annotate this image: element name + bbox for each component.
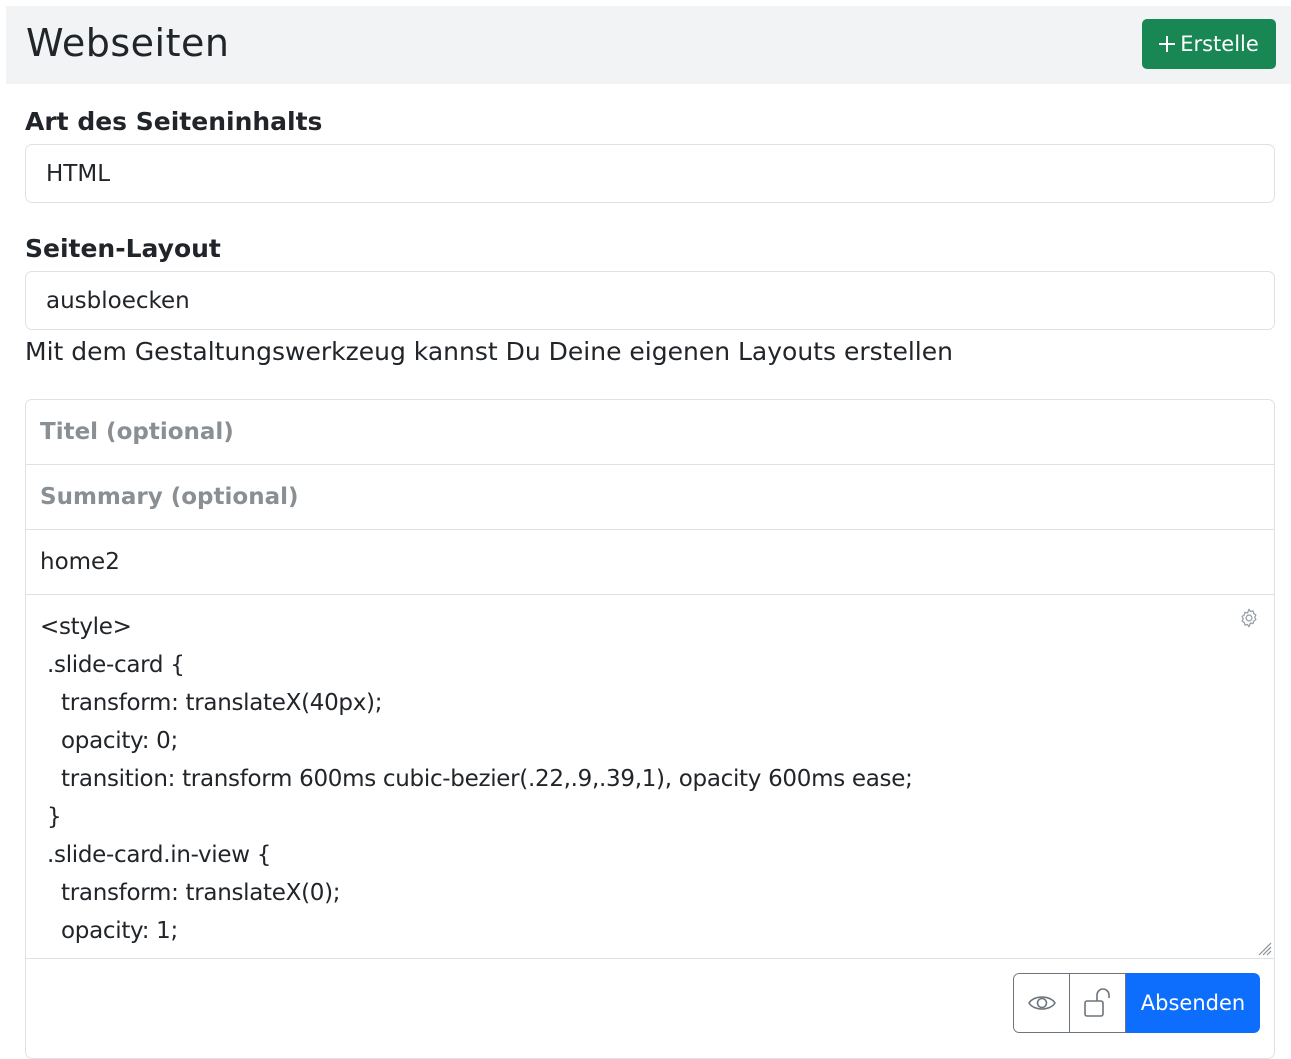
create-button-label: Erstelle [1180, 32, 1259, 56]
layout-label: Seiten-Layout [25, 234, 221, 263]
lock-toggle-button[interactable] [1069, 973, 1126, 1033]
layout-select[interactable]: ausbloecken [25, 271, 1275, 330]
title-input[interactable]: Titel (optional) [26, 400, 1274, 465]
eye-icon [1027, 996, 1056, 1010]
content-type-label: Art des Seiteninhalts [25, 107, 323, 136]
gear-icon[interactable] [1238, 607, 1260, 629]
layout-help-text: Mit dem Gestaltungswerkzeug kannst Du De… [25, 337, 953, 366]
editor-line: .slide-card { [40, 652, 185, 678]
slug-input[interactable]: home2 [26, 530, 1274, 595]
plus-icon [1159, 36, 1176, 52]
unlock-icon [1083, 988, 1110, 1017]
create-button[interactable]: Erstelle [1142, 19, 1276, 69]
summary-placeholder: Summary (optional) [40, 484, 299, 510]
layout-value: ausbloecken [46, 287, 190, 314]
editor-line: transform: translateX(0); [40, 880, 341, 906]
summary-input[interactable]: Summary (optional) [26, 465, 1274, 530]
editor-line: <style> [40, 614, 132, 640]
editor-line: .slide-card.in-view { [40, 842, 272, 868]
editor-line: opacity: 0; [40, 728, 178, 754]
submit-button[interactable]: Absenden [1126, 973, 1260, 1033]
content-editor[interactable]: <style> .slide-card { transform: transla… [26, 595, 1274, 959]
editor-line: } [40, 804, 62, 830]
editor-lines: <style> .slide-card { transform: transla… [40, 608, 913, 950]
page-title: Webseiten [26, 21, 230, 65]
content-type-select[interactable]: HTML [25, 144, 1275, 203]
content-type-value: HTML [46, 160, 111, 187]
resize-handle-icon[interactable] [1256, 940, 1272, 956]
title-placeholder: Titel (optional) [40, 419, 234, 445]
editor-line: opacity: 1; [40, 918, 178, 944]
editor-toolbar: Absenden [1013, 973, 1260, 1033]
page-header: Webseiten Erstelle [6, 6, 1291, 84]
editor-line: transform: translateX(40px); [40, 690, 383, 716]
editor-line: transition: transform 600ms cubic-bezier… [40, 766, 913, 792]
preview-button[interactable] [1013, 973, 1070, 1033]
page-form-card: Titel (optional) Summary (optional) home… [25, 399, 1275, 1059]
slug-value: home2 [40, 549, 120, 575]
